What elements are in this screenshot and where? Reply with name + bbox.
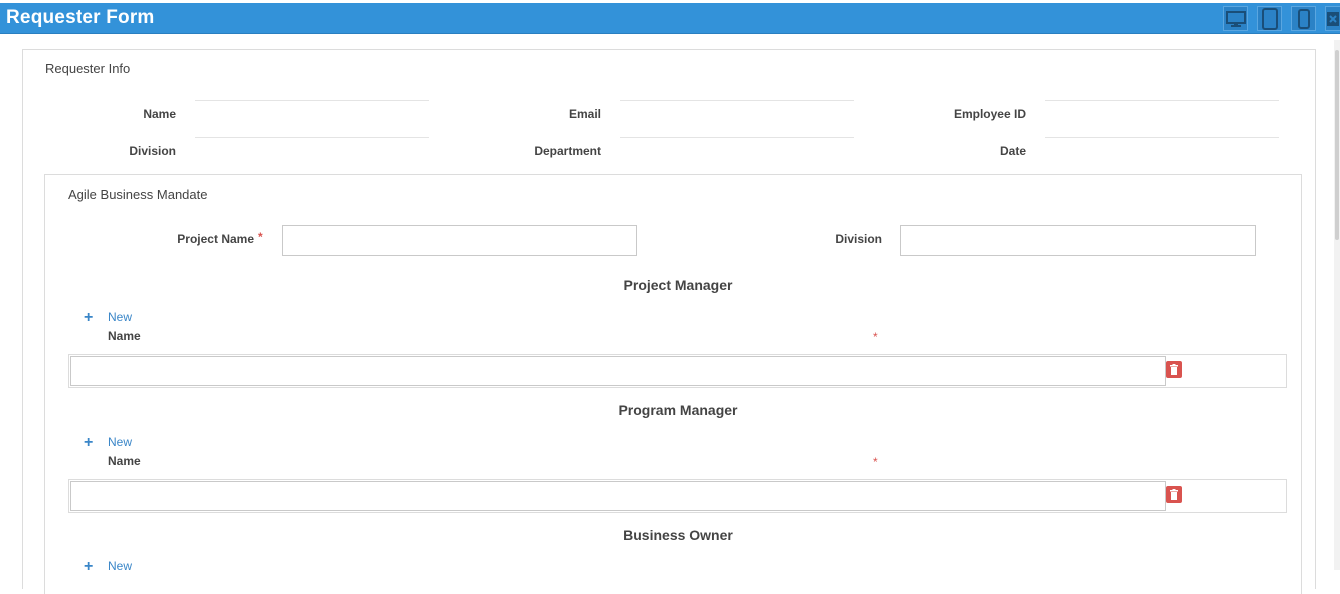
name-field [195, 100, 429, 101]
project-manager-delete-button[interactable] [1166, 361, 1182, 378]
tablet-view-button[interactable] [1257, 6, 1282, 31]
requester-info-title: Requester Info [45, 61, 131, 76]
plus-icon: + [84, 309, 94, 326]
employee-id-field [1045, 100, 1279, 101]
window-titlebar: Requester Form [0, 3, 1340, 34]
department-label: Department [534, 144, 601, 158]
date-field [1045, 137, 1279, 138]
close-button[interactable] [1325, 6, 1340, 31]
new-label: New [108, 310, 133, 324]
vertical-scrollbar[interactable] [1334, 40, 1340, 570]
scrollbar-thumb[interactable] [1335, 50, 1339, 240]
new-label: New [108, 435, 133, 449]
department-field [620, 137, 854, 138]
mandate-division-label: Division [835, 232, 882, 246]
project-manager-title: Project Manager [623, 277, 733, 293]
phone-icon [1297, 8, 1310, 29]
plus-icon: + [84, 558, 94, 575]
mandate-title: Agile Business Mandate [68, 187, 208, 202]
business-owner-title: Business Owner [623, 527, 733, 543]
name-label: Name [143, 107, 176, 121]
mandate-division-input[interactable] [900, 225, 1256, 256]
project-manager-required-mark: * [873, 330, 878, 344]
program-manager-name-column: Name [108, 454, 141, 468]
trash-icon [1170, 364, 1178, 375]
desktop-view-button[interactable] [1223, 6, 1248, 31]
phone-view-button[interactable] [1291, 6, 1316, 31]
project-manager-row [68, 354, 1287, 388]
trash-icon [1170, 489, 1178, 500]
email-label: Email [568, 107, 601, 121]
program-manager-title: Program Manager [618, 402, 738, 418]
division-field [195, 137, 429, 138]
program-manager-name-input[interactable] [70, 481, 1166, 511]
project-name-input[interactable] [282, 225, 637, 256]
program-manager-required-mark: * [873, 455, 878, 469]
project-name-required-mark: * [258, 230, 263, 244]
program-manager-delete-button[interactable] [1166, 486, 1182, 503]
date-label: Date [999, 144, 1026, 158]
project-manager-name-input[interactable] [70, 356, 1166, 386]
new-label: New [108, 559, 133, 573]
close-icon [1327, 11, 1339, 26]
monitor-icon [1225, 10, 1246, 27]
project-manager-name-column: Name [108, 329, 141, 343]
window-title: Requester Form [6, 7, 155, 28]
division-label: Division [129, 144, 176, 158]
program-manager-row [68, 479, 1287, 513]
employee-id-label: Employee ID [953, 107, 1026, 121]
tablet-icon [1261, 7, 1278, 30]
project-name-label: Project Name [177, 232, 254, 246]
plus-icon: + [84, 434, 94, 451]
email-field [620, 100, 854, 101]
